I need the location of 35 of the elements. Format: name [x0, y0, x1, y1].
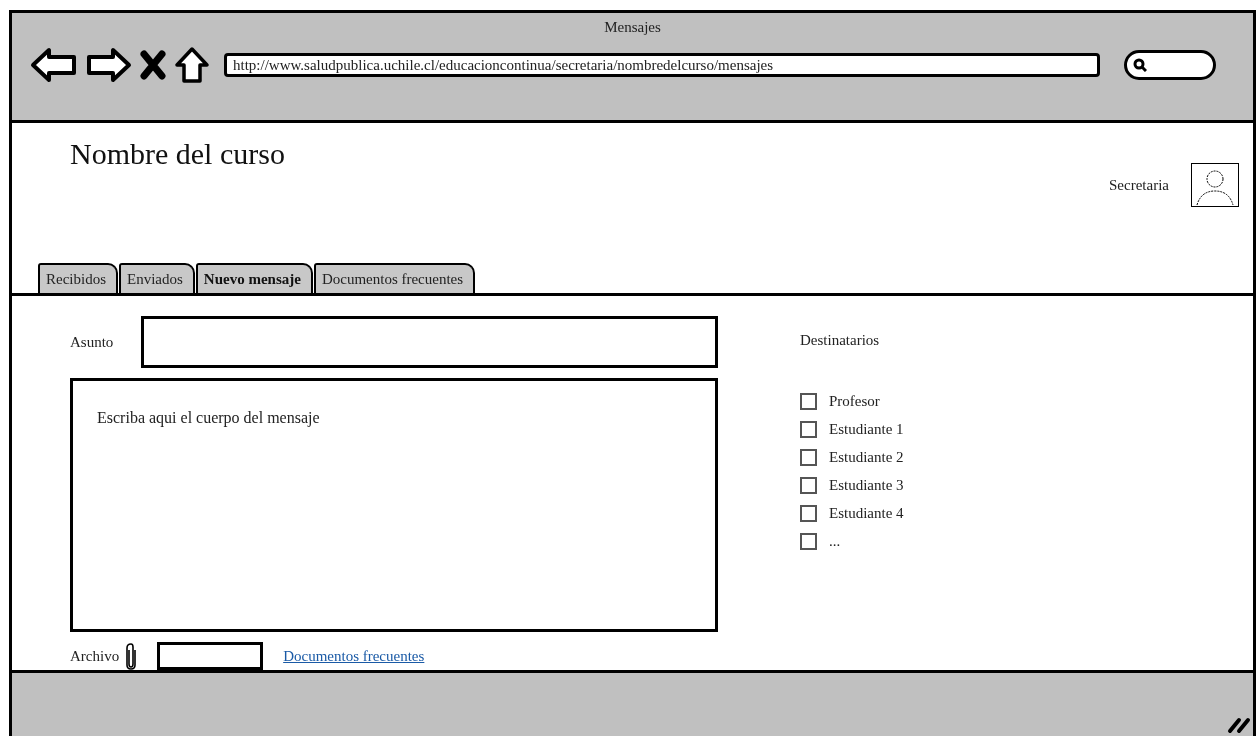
checkbox[interactable]: [800, 393, 817, 410]
user-name: Secretaria: [1109, 176, 1169, 194]
subject-field[interactable]: [141, 316, 718, 368]
avatar-icon: [1191, 163, 1239, 207]
checkbox[interactable]: [800, 421, 817, 438]
back-icon[interactable]: [30, 47, 78, 83]
recipient-label: Estudiante 2: [829, 449, 904, 466]
recipient-label: Estudiante 3: [829, 477, 904, 494]
forward-icon[interactable]: [86, 47, 132, 83]
checkbox[interactable]: [800, 533, 817, 550]
home-icon[interactable]: [174, 46, 210, 84]
recipient-label: Estudiante 1: [829, 421, 904, 438]
paperclip-icon: [125, 642, 138, 670]
window-title: Mensajes: [604, 19, 661, 36]
checkbox[interactable]: [800, 505, 817, 522]
recipient-label: ...: [829, 533, 841, 550]
close-icon[interactable]: [140, 50, 166, 80]
search-icon: [1133, 58, 1147, 72]
course-title: Nombre del curso: [70, 137, 285, 172]
recipient-label: Estudiante 4: [829, 505, 904, 522]
tab[interactable]: Nuevo mensaje: [195, 263, 313, 293]
search-field[interactable]: [1124, 50, 1216, 80]
message-body-field[interactable]: Escriba aqui el cuerpo del mensaje: [70, 378, 718, 632]
tab[interactable]: Documentos frecuentes: [313, 263, 476, 293]
frequent-documents-link[interactable]: Documentos frecuentes: [283, 647, 425, 665]
file-field[interactable]: [157, 642, 264, 670]
checkbox[interactable]: [800, 477, 817, 494]
checkbox[interactable]: [800, 449, 817, 466]
recipients-title: Destinatarios: [800, 332, 881, 349]
attachment-label: Archivo: [70, 647, 120, 665]
recipient-label: Profesor: [829, 393, 880, 410]
tab[interactable]: Enviados: [119, 263, 195, 293]
subject-label: Asunto: [70, 333, 114, 351]
address-field[interactable]: http://www.saludpublica.uchile.cl/educacioncontinua/secretaria/nombredelcurso/mensajes: [224, 53, 1100, 77]
tab[interactable]: Recibidos: [38, 263, 118, 293]
